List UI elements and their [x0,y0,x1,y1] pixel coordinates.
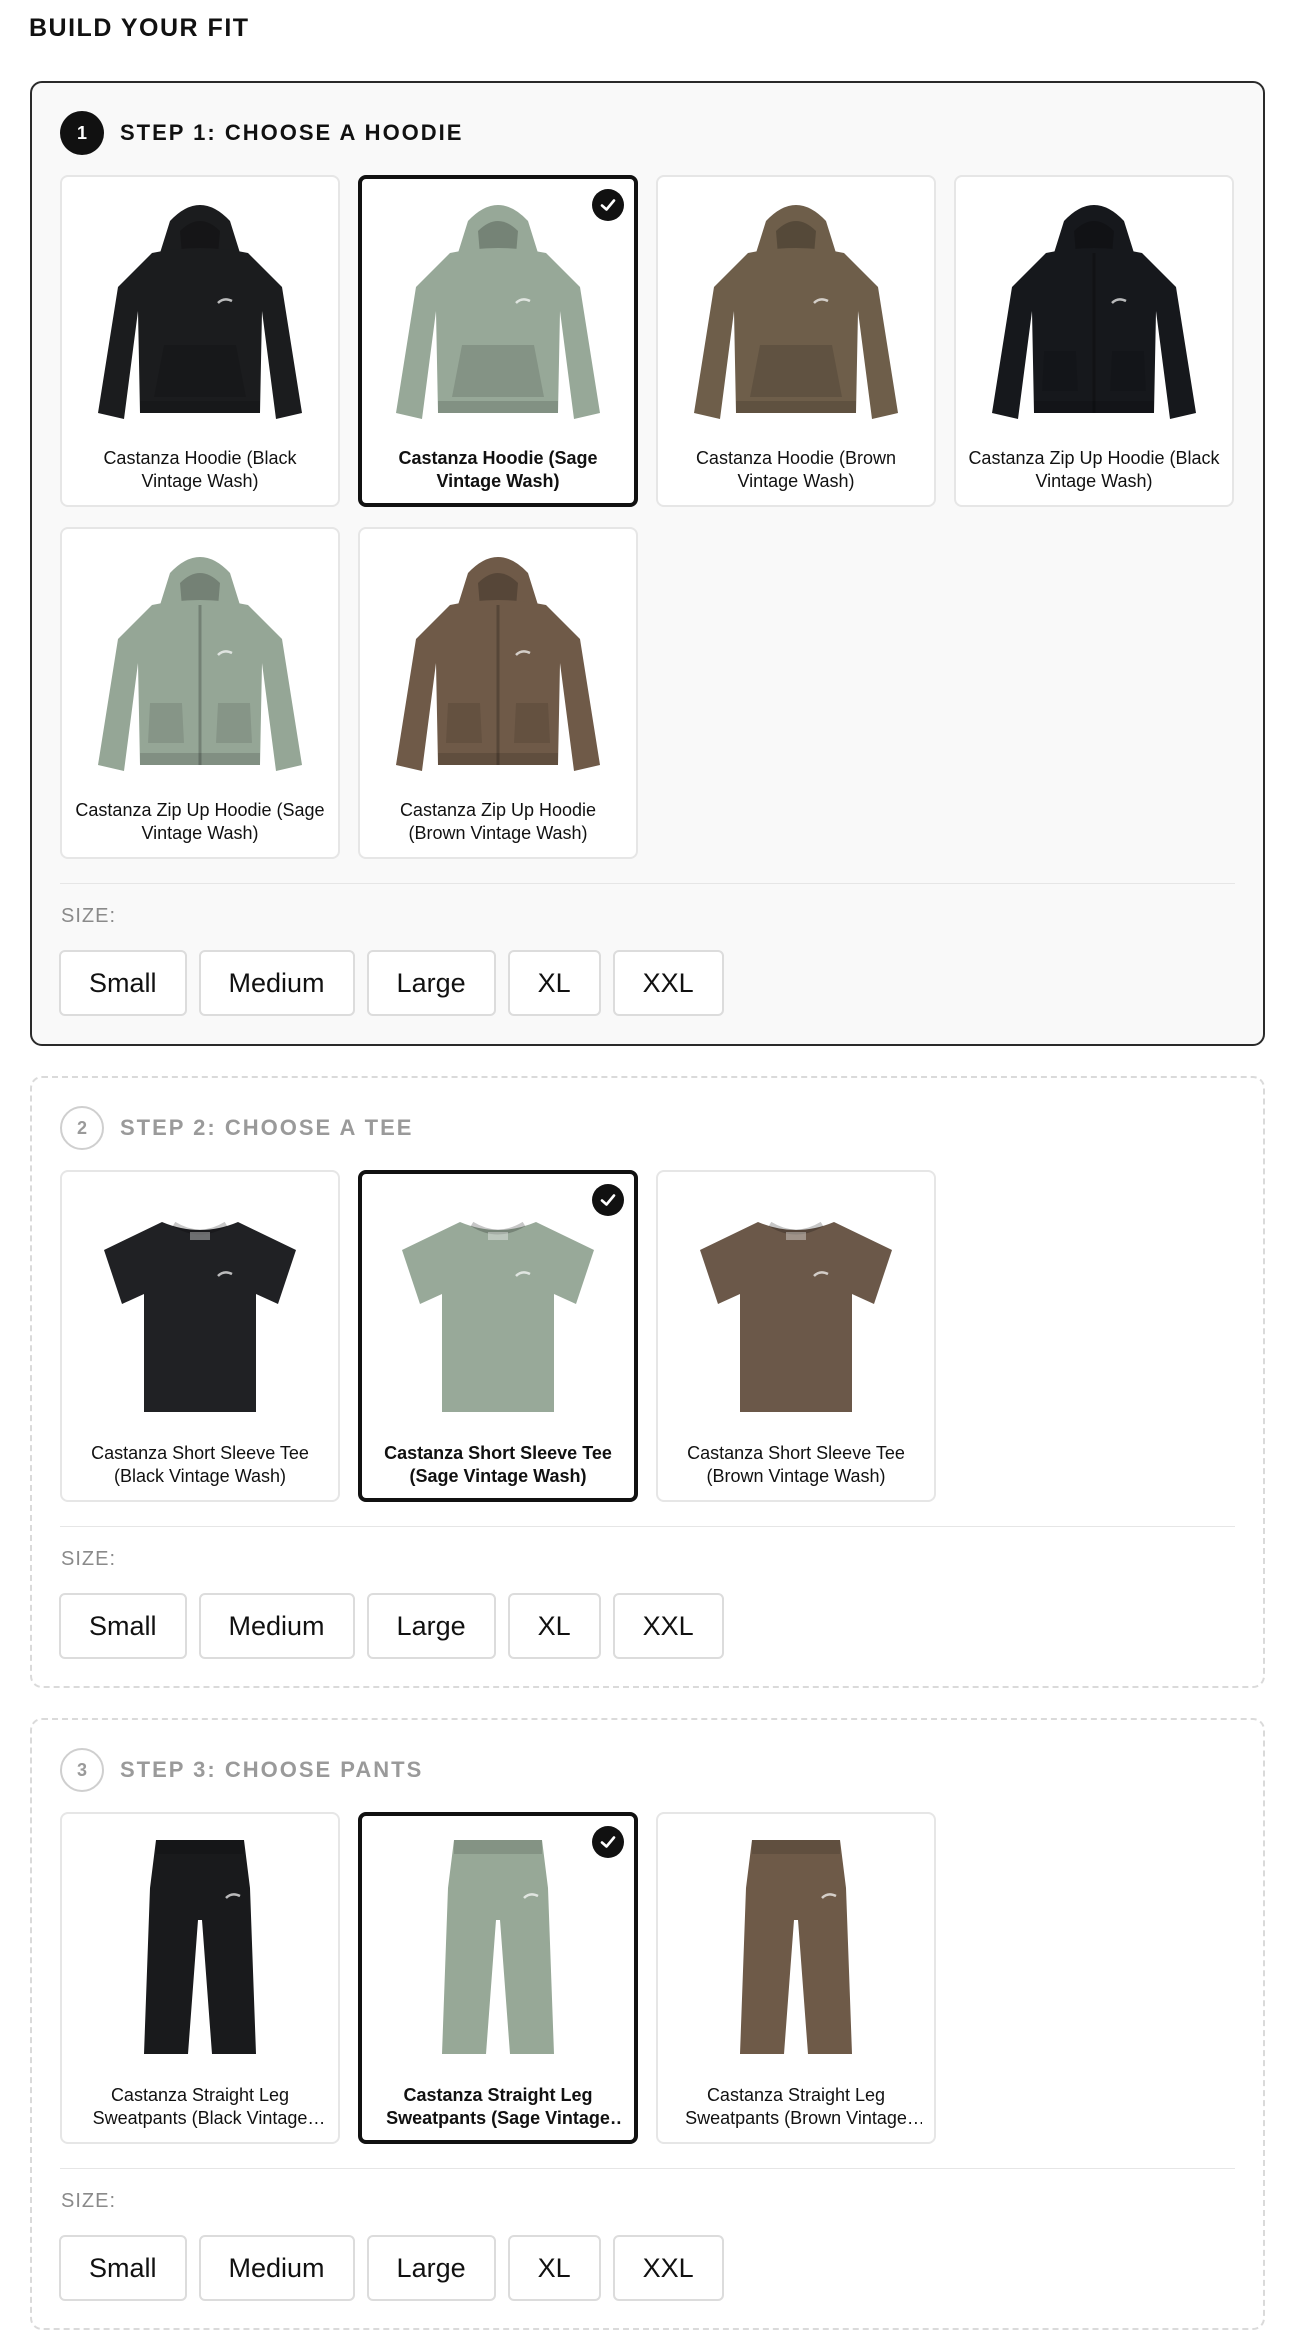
tee-product-image [85,1186,315,1426]
size-button-medium[interactable]: Medium [198,1593,355,1659]
checkmark-icon [592,1826,624,1858]
product-name: Castanza Short Sleeve Tee (Brown Vintage… [687,1443,905,1486]
product-name: Castanza Zip Up Hoodie (Sage Vintage Was… [75,800,325,843]
section-divider [60,1526,1235,1527]
page-title: BUILD YOUR FIT [29,14,250,42]
size-button-large[interactable]: Large [366,950,496,1016]
product-card[interactable]: Castanza Short Sleeve Tee (Black Vintage… [60,1170,340,1502]
product-card[interactable]: Castanza Zip Up Hoodie (Black Vintage Wa… [954,175,1234,507]
size-label: SIZE: [61,905,117,927]
size-button-medium[interactable]: Medium [198,2235,355,2301]
step-title: STEP 1: CHOOSE A HOODIE [120,120,464,145]
checkmark-icon [592,189,624,221]
product-card[interactable]: Castanza Straight Leg Sweatpants (Sage V… [358,1812,638,2144]
step-2-panel: 2 STEP 2: CHOOSE A TEE Castanza Short Slee… [30,1076,1265,1688]
size-button-small[interactable]: Small [59,2235,187,2301]
size-button-xl[interactable]: XL [507,1593,601,1659]
size-button-large[interactable]: Large [366,2235,496,2301]
product-name: Castanza Straight Leg Sweatpants (Black … [92,2085,308,2128]
size-label: SIZE: [61,1548,117,1570]
product-card[interactable]: Castanza Hoodie (Sage Vintage Wash) [358,175,638,507]
product-name: Castanza Short Sleeve Tee (Black Vintage… [91,1443,309,1486]
step-title: STEP 2: CHOOSE A TEE [120,1115,414,1140]
product-name: Castanza Zip Up Hoodie (Brown Vintage Wa… [399,800,597,843]
tee-product-image [383,1186,613,1426]
step-number-badge: 1 [60,111,104,155]
product-name: Castanza Straight Leg Sweatpants (Brown … [685,2085,907,2128]
size-button-xl[interactable]: XL [507,950,601,1016]
zip-hoodie-product-image [383,543,613,783]
product-card[interactable]: Castanza Straight Leg Sweatpants (Brown … [656,1812,936,2144]
size-button-xl[interactable]: XL [507,2235,601,2301]
product-card[interactable]: Castanza Short Sleeve Tee (Sage Vintage … [358,1170,638,1502]
size-button-small[interactable]: Small [59,950,187,1016]
step-header: 1 STEP 1: CHOOSE A HOODIE [60,111,463,155]
step-3-panel: 3 STEP 3: CHOOSE PANTS Castanza Straight L… [30,1718,1265,2330]
product-card[interactable]: Castanza Zip Up Hoodie (Brown Vintage Wa… [358,527,638,859]
size-button-medium[interactable]: Medium [198,950,355,1016]
zip-hoodie-product-image [979,191,1209,431]
size-options: Small Medium Large XL XXL [59,2235,724,2301]
pants-product-image [85,1828,315,2068]
size-options: Small Medium Large XL XXL [59,1593,724,1659]
pants-product-image [383,1828,613,2068]
pants-product-image [681,1828,911,2068]
product-card[interactable]: Castanza Straight Leg Sweatpants (Black … [60,1812,340,2144]
step-number-badge: 2 [60,1106,104,1150]
hoodie-product-image [681,191,911,431]
step-header: 2 STEP 2: CHOOSE A TEE [60,1106,413,1150]
step-number-badge: 3 [60,1748,104,1792]
hoodie-product-image [383,191,613,431]
product-name: Castanza Hoodie (Sage Vintage Wash) [398,448,598,491]
product-card[interactable]: Castanza Hoodie (Black Vintage Wash) [60,175,340,507]
size-button-small[interactable]: Small [59,1593,187,1659]
zip-hoodie-product-image [85,543,315,783]
product-name: Castanza Straight Leg Sweatpants (Sage V… [386,2085,610,2128]
product-name: Castanza Hoodie (Brown Vintage Wash) [695,448,897,491]
size-button-xxl[interactable]: XXL [612,1593,724,1659]
hoodie-product-image [85,191,315,431]
size-button-xxl[interactable]: XXL [612,2235,724,2301]
product-name: Castanza Hoodie (Black Vintage Wash) [103,448,297,491]
product-name: Castanza Short Sleeve Tee (Sage Vintage … [384,1443,612,1486]
section-divider [60,883,1235,884]
product-card[interactable]: Castanza Hoodie (Brown Vintage Wash) [656,175,936,507]
checkmark-icon [592,1184,624,1216]
product-card[interactable]: Castanza Short Sleeve Tee (Brown Vintage… [656,1170,936,1502]
product-name: Castanza Zip Up Hoodie (Black Vintage Wa… [968,448,1220,491]
step-title: STEP 3: CHOOSE PANTS [120,1757,424,1782]
section-divider [60,2168,1235,2169]
size-button-large[interactable]: Large [366,1593,496,1659]
size-button-xxl[interactable]: XXL [612,950,724,1016]
tee-product-image [681,1186,911,1426]
size-options: Small Medium Large XL XXL [59,950,724,1016]
step-header: 3 STEP 3: CHOOSE PANTS [60,1748,423,1792]
size-label: SIZE: [61,2190,117,2212]
step-1-panel: 1 STEP 1: CHOOSE A HOODIE Castanza Hoodie … [30,81,1265,1046]
product-card[interactable]: Castanza Zip Up Hoodie (Sage Vintage Was… [60,527,340,859]
